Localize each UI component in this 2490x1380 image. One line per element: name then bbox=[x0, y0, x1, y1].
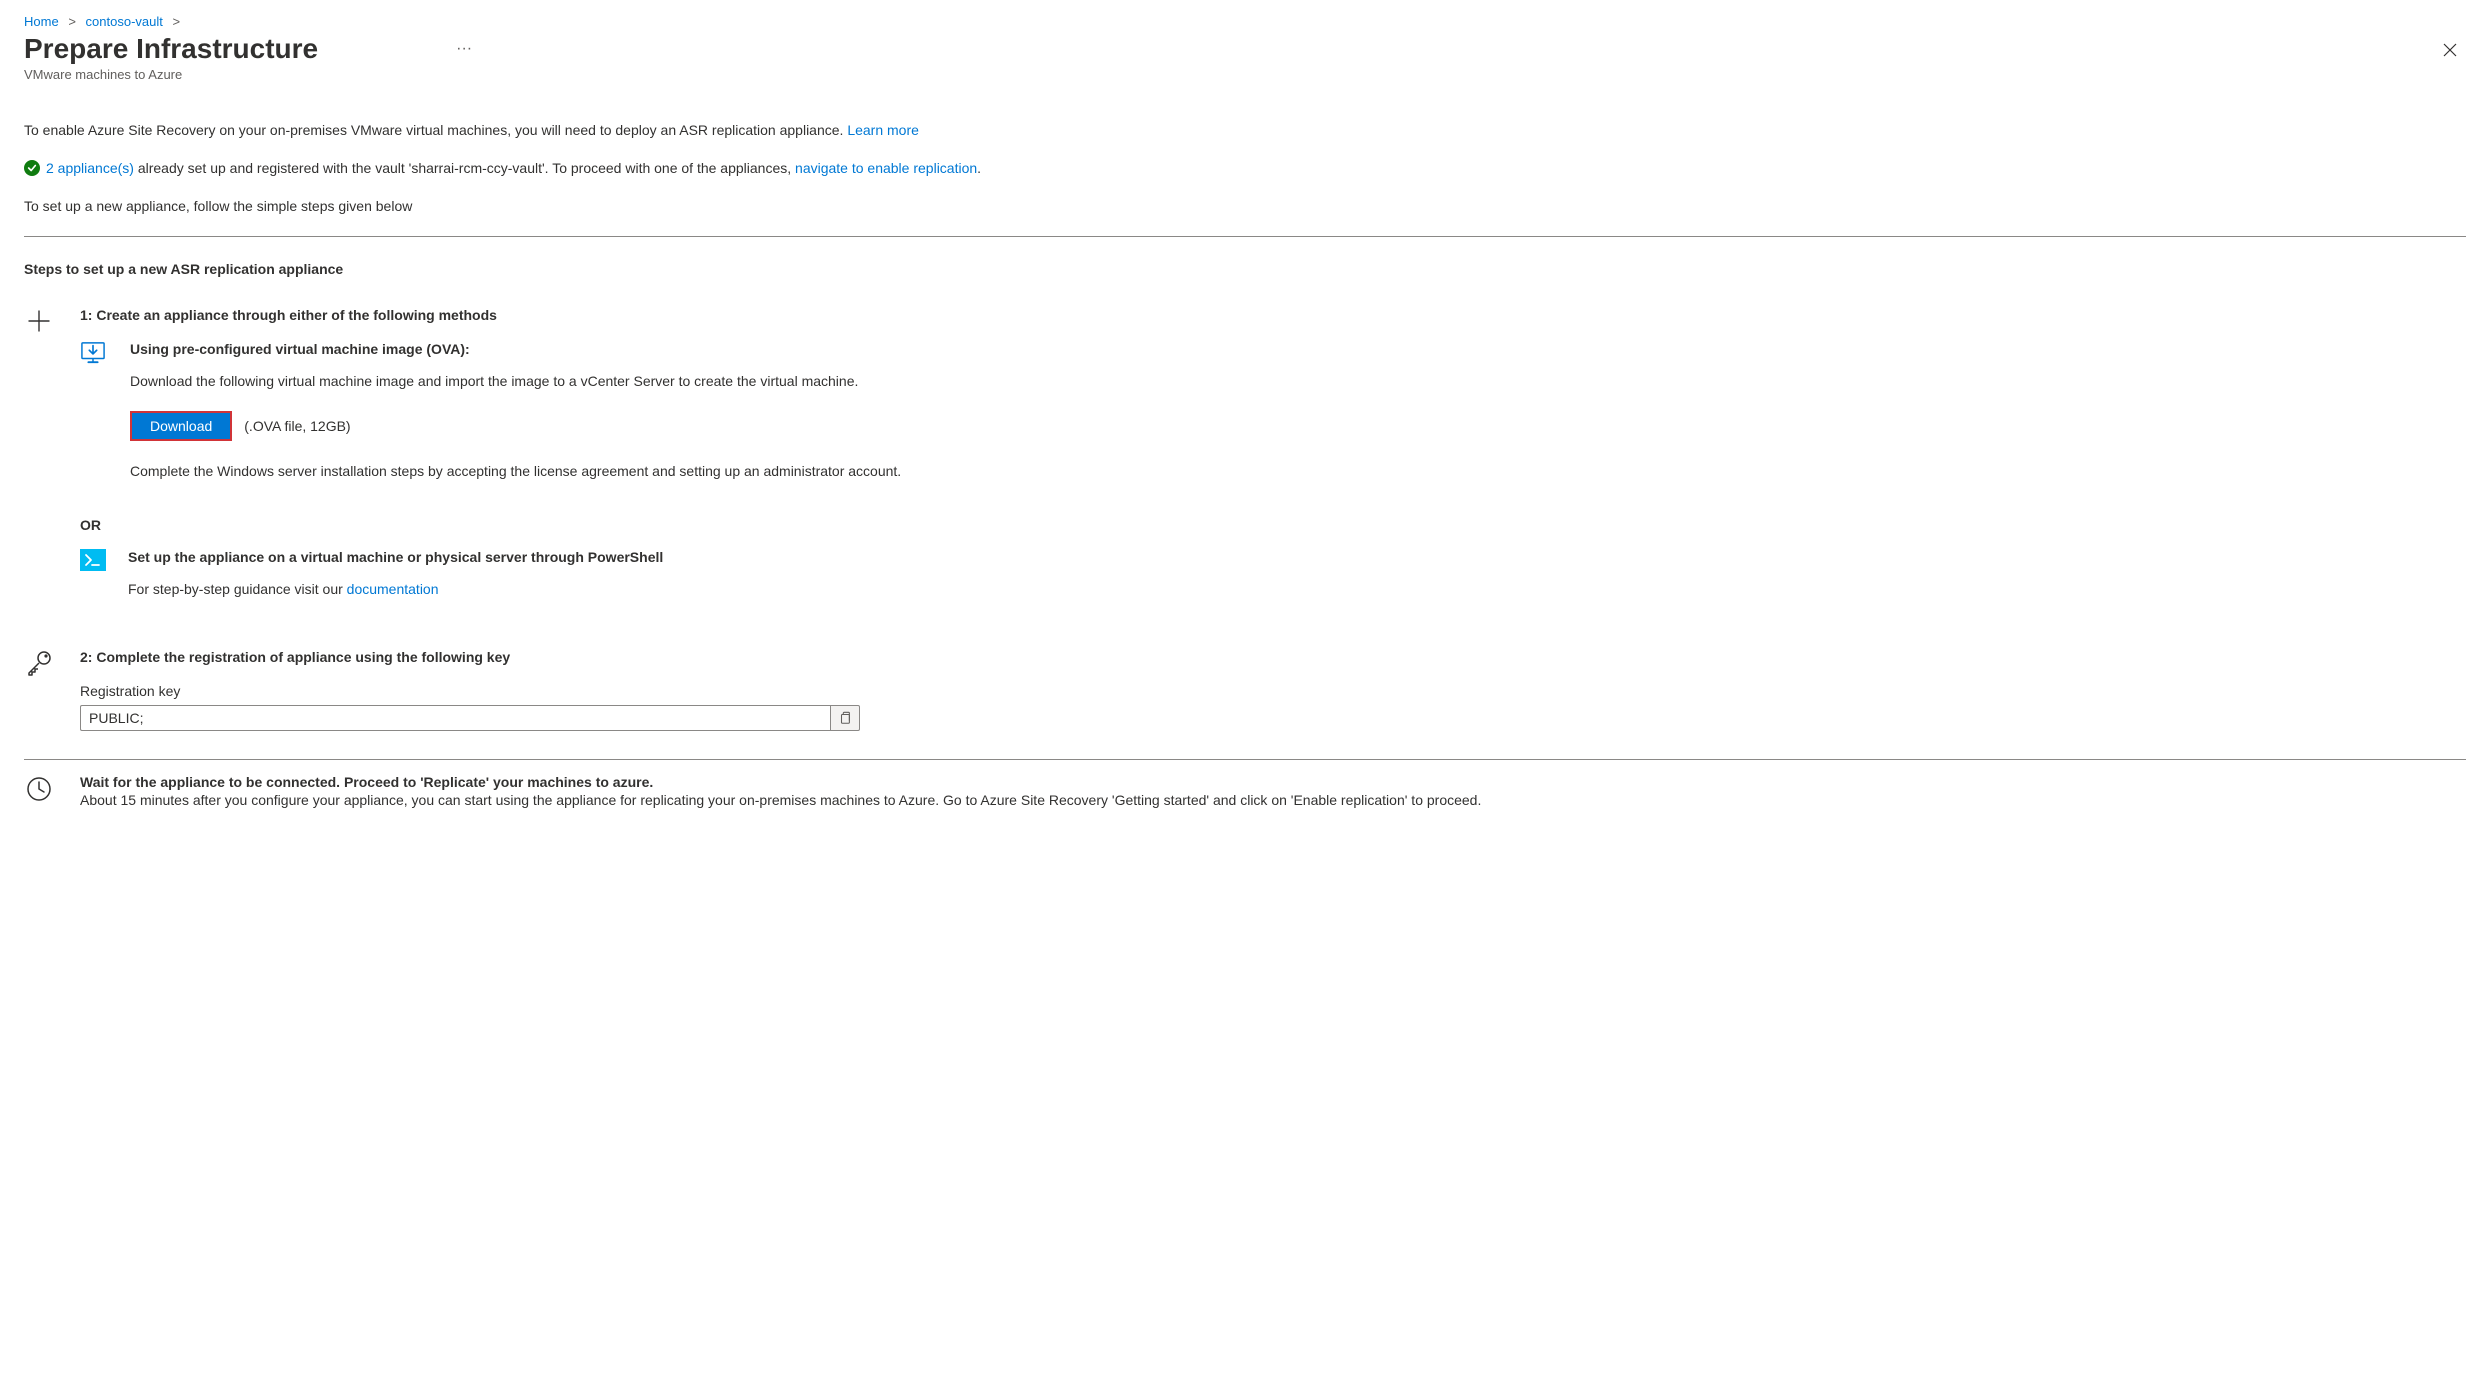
download-button[interactable]: Download bbox=[130, 411, 232, 441]
success-check-icon bbox=[24, 160, 40, 176]
breadcrumb: Home > contoso-vault > bbox=[24, 14, 2466, 29]
registration-key-input[interactable] bbox=[80, 705, 830, 731]
close-button[interactable] bbox=[2434, 37, 2466, 68]
method-ova: Using pre-configured virtual machine ima… bbox=[80, 341, 2466, 501]
step-2-title: 2: Complete the registration of applianc… bbox=[80, 649, 2466, 665]
wait-section: Wait for the appliance to be connected. … bbox=[24, 774, 2466, 808]
divider bbox=[24, 236, 2466, 237]
breadcrumb-sep: > bbox=[68, 14, 76, 29]
appliances-link[interactable]: 2 appliance(s) bbox=[46, 160, 134, 176]
breadcrumb-home[interactable]: Home bbox=[24, 14, 59, 29]
intro-text: To enable Azure Site Recovery on your on… bbox=[24, 122, 2466, 138]
download-monitor-icon bbox=[80, 341, 108, 501]
divider bbox=[24, 759, 2466, 760]
status-mid: already set up and registered with the v… bbox=[134, 160, 795, 176]
breadcrumb-vault[interactable]: contoso-vault bbox=[86, 14, 163, 29]
wait-text: About 15 minutes after you configure you… bbox=[80, 792, 2466, 808]
powershell-icon bbox=[80, 549, 106, 571]
key-icon bbox=[25, 649, 53, 677]
breadcrumb-sep: > bbox=[172, 14, 180, 29]
intro-prefix: To enable Azure Site Recovery on your on… bbox=[24, 122, 847, 138]
method-ova-heading: Using pre-configured virtual machine ima… bbox=[130, 341, 2466, 357]
setup-note: To set up a new appliance, follow the si… bbox=[24, 198, 2466, 214]
registration-key-label: Registration key bbox=[80, 683, 2466, 699]
close-icon bbox=[2442, 42, 2458, 58]
status-period: . bbox=[977, 160, 981, 176]
steps-heading: Steps to set up a new ASR replication ap… bbox=[24, 261, 2466, 277]
page-subtitle: VMware machines to Azure bbox=[24, 67, 2466, 82]
method-ps-heading: Set up the appliance on a virtual machin… bbox=[128, 549, 2466, 565]
documentation-link[interactable]: documentation bbox=[347, 581, 439, 597]
file-meta: (.OVA file, 12GB) bbox=[244, 418, 350, 434]
status-line: 2 appliance(s) already set up and regist… bbox=[24, 160, 2466, 176]
step-2: 2: Complete the registration of applianc… bbox=[24, 649, 2466, 731]
ps-text-prefix: For step-by-step guidance visit our bbox=[128, 581, 347, 597]
page-header: Prepare Infrastructure ··· bbox=[24, 33, 2466, 65]
step-1: 1: Create an appliance through either of… bbox=[24, 307, 2466, 627]
wait-heading: Wait for the appliance to be connected. … bbox=[80, 774, 2466, 790]
plus-icon bbox=[25, 307, 53, 335]
learn-more-link[interactable]: Learn more bbox=[847, 122, 919, 138]
step-1-title: 1: Create an appliance through either of… bbox=[80, 307, 2466, 323]
copy-button[interactable] bbox=[830, 705, 860, 731]
method-powershell: Set up the appliance on a virtual machin… bbox=[80, 549, 2466, 619]
method-ova-text: Download the following virtual machine i… bbox=[130, 373, 2466, 389]
complete-text: Complete the Windows server installation… bbox=[130, 463, 2466, 479]
clock-icon bbox=[26, 776, 52, 802]
or-label: OR bbox=[80, 517, 2466, 533]
copy-icon bbox=[838, 711, 852, 725]
navigate-replication-link[interactable]: navigate to enable replication bbox=[795, 160, 977, 176]
more-menu-icon[interactable]: ··· bbox=[448, 36, 480, 62]
page-title: Prepare Infrastructure bbox=[24, 33, 318, 65]
